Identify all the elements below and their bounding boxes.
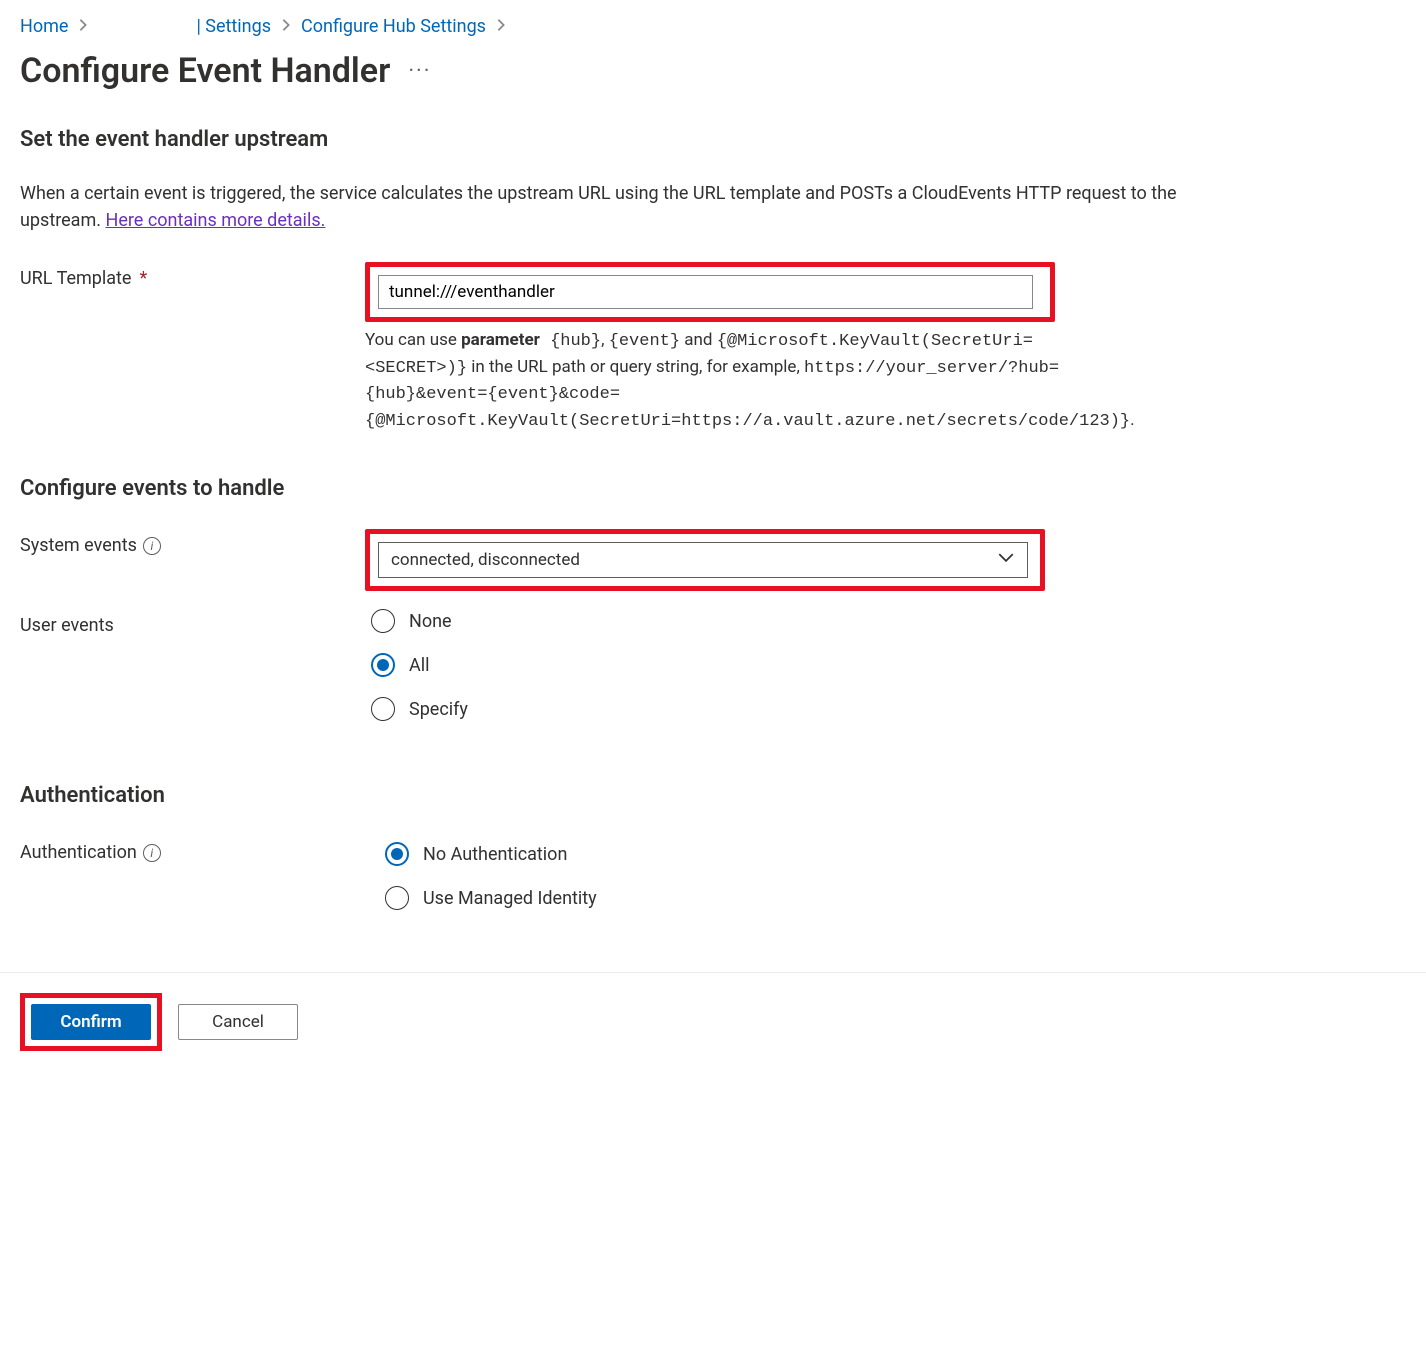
confirm-highlight: Confirm (20, 993, 162, 1051)
desc-mono: {event} (609, 332, 680, 351)
desc-bold: parameter (461, 330, 540, 350)
desc-text: . (1130, 410, 1134, 430)
desc-mono: {hub} (540, 332, 601, 351)
auth-label-text: Authentication (20, 842, 137, 863)
cancel-button[interactable]: Cancel (178, 1004, 298, 1040)
auth-radio-managed[interactable] (385, 886, 409, 910)
chevron-down-icon (997, 549, 1015, 572)
desc-text: , (601, 330, 609, 350)
chevron-right-icon (279, 17, 293, 36)
breadcrumb-home[interactable]: Home (20, 16, 68, 37)
auth-label: Authentication i (20, 836, 365, 863)
desc-text: and (680, 330, 717, 350)
user-events-label: User events (20, 609, 365, 636)
url-template-highlight (365, 262, 1055, 322)
auth-heading: Authentication (20, 783, 1406, 808)
upstream-section: Set the event handler upstream When a ce… (20, 127, 1406, 434)
events-heading: Configure events to handle (20, 476, 1406, 501)
auth-section: Authentication Authentication i No Authe… (20, 783, 1406, 930)
breadcrumb: Home | Settings Configure Hub Settings (20, 12, 1406, 45)
user-events-radio-all[interactable] (371, 653, 395, 677)
system-events-value: connected, disconnected (391, 550, 580, 570)
chevron-right-icon (76, 17, 90, 36)
system-events-highlight: connected, disconnected (365, 529, 1045, 591)
footer: Confirm Cancel (0, 972, 1426, 1081)
breadcrumb-configure-hub[interactable]: Configure Hub Settings (301, 16, 486, 37)
auth-radio-none[interactable] (385, 842, 409, 866)
user-events-radio-none[interactable] (371, 609, 395, 633)
more-actions-button[interactable]: ··· (408, 59, 431, 84)
url-template-label-text: URL Template (20, 268, 131, 289)
breadcrumb-settings[interactable]: | Settings (196, 16, 271, 37)
chevron-right-icon (494, 17, 508, 36)
user-events-label-text: User events (20, 615, 114, 636)
system-events-select[interactable]: connected, disconnected (378, 542, 1028, 578)
confirm-button[interactable]: Confirm (31, 1004, 151, 1040)
user-events-radio-specify[interactable] (371, 697, 395, 721)
required-indicator: * (139, 268, 147, 289)
upstream-intro-link[interactable]: Here contains more details. (105, 210, 325, 231)
desc-text: You can use (365, 330, 461, 350)
page-title: Configure Event Handler (20, 51, 390, 91)
user-events-option-all: All (409, 655, 430, 676)
user-events-option-specify: Specify (409, 699, 468, 720)
url-template-input[interactable] (378, 275, 1033, 309)
info-icon[interactable]: i (143, 844, 161, 862)
auth-option-none: No Authentication (423, 844, 567, 865)
auth-option-managed: Use Managed Identity (423, 888, 597, 909)
system-events-label: System events i (20, 529, 365, 556)
events-section: Configure events to handle System events… (20, 476, 1406, 741)
url-template-label: URL Template * (20, 262, 365, 289)
info-icon[interactable]: i (143, 537, 161, 555)
url-template-description: You can use parameter {hub}, {event} and… (365, 328, 1125, 434)
desc-text: in the URL path or query string, for exa… (467, 357, 804, 377)
user-events-option-none: None (409, 611, 452, 632)
upstream-intro: When a certain event is triggered, the s… (20, 180, 1200, 234)
system-events-label-text: System events (20, 535, 137, 556)
upstream-heading: Set the event handler upstream (20, 127, 1406, 152)
